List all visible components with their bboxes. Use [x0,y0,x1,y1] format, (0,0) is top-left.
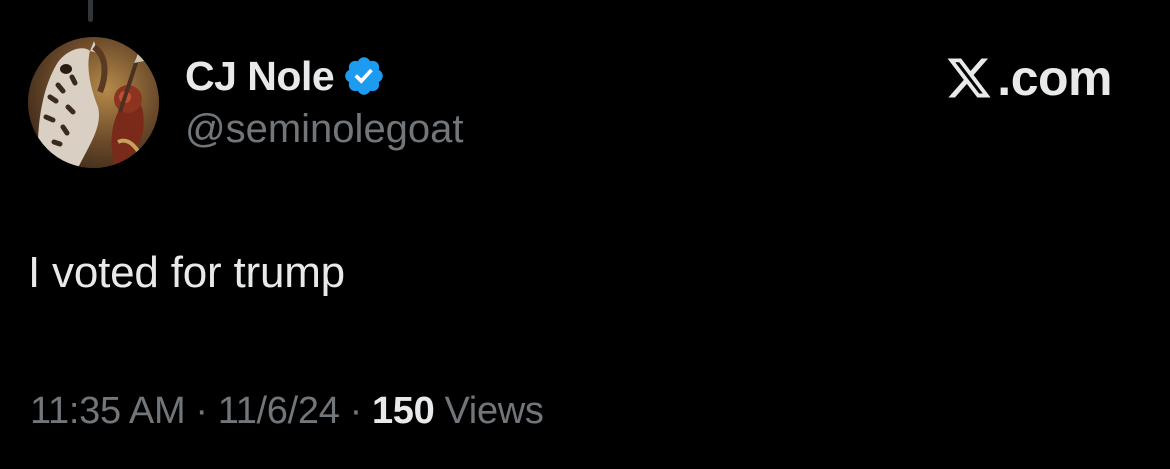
views-count: 150 [371,390,435,432]
tweet-time[interactable]: 11:35 AM [30,390,186,433]
views-label: Views [444,390,544,432]
brand-domain-label: .com [997,50,1112,106]
meta-separator: · [349,390,363,432]
meta-separator: · [195,390,208,432]
author-display-name[interactable]: CJ Nole [185,53,335,100]
thread-connector-line [88,0,93,22]
tweet-text: I voted for trump [28,248,345,297]
avatar[interactable] [28,37,159,168]
tweet-date[interactable]: 11/6/24 [218,390,340,433]
x-logo-icon [945,54,993,102]
horse-warrior-avatar-icon [28,37,159,168]
tweet-meta: 11:35 AM · 11/6/24 · 150 Views [30,390,544,433]
brand-watermark: .com [945,50,1112,106]
author-name-row[interactable]: CJ Nole [185,50,386,102]
verified-badge-icon [342,54,386,98]
author-handle[interactable]: @seminolegoat [185,107,464,152]
